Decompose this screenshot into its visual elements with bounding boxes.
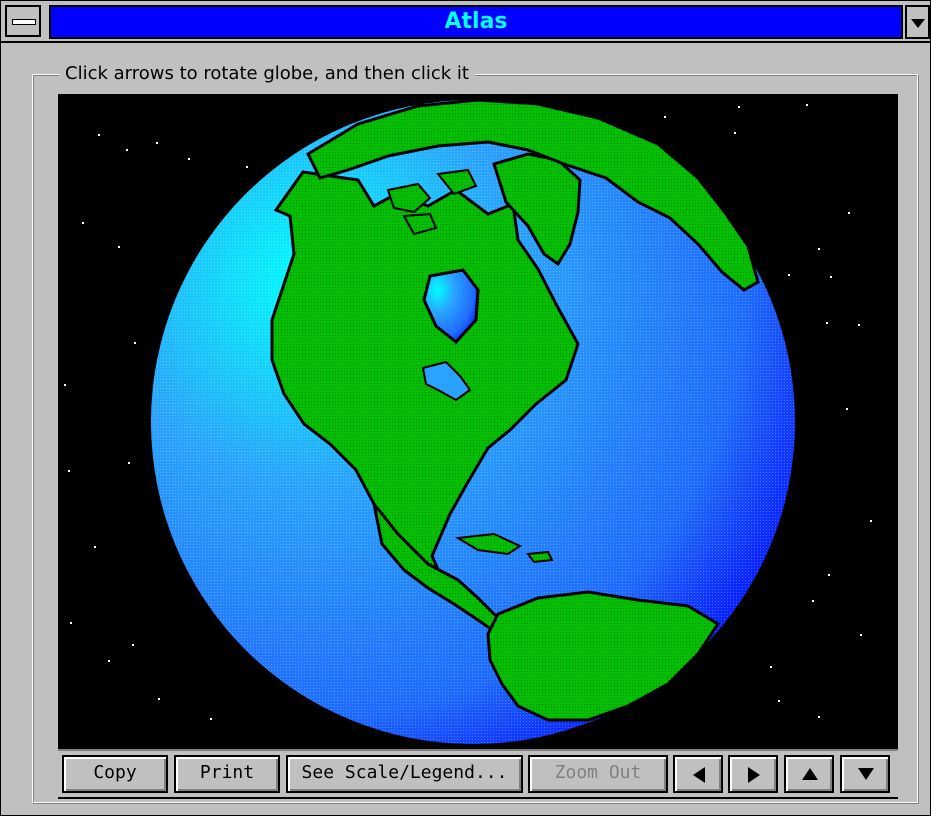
system-menu-icon[interactable] [5,5,41,37]
toolbar: Copy Print See Scale/Legend... Zoom Out [58,749,898,797]
title-bar: Atlas [1,1,930,43]
globe-map[interactable]: Copy Print See Scale/Legend... Zoom Out [58,94,898,799]
arrow-down-icon [858,768,874,780]
arrow-up-icon [802,768,818,780]
chevron-down-icon[interactable] [905,5,930,39]
copy-button[interactable]: Copy [62,755,168,793]
globe-svg[interactable] [58,94,898,799]
window-title: Atlas [49,5,903,39]
zoom-out-button[interactable]: Zoom Out [528,755,668,793]
print-button[interactable]: Print [174,755,280,793]
rotate-down-button[interactable] [840,755,890,793]
group-label: Click arrows to rotate globe, and then c… [59,63,475,84]
rotate-right-button[interactable] [728,755,778,793]
south-america-landmass [486,590,721,722]
atlas-window: Atlas Click arrows to rotate globe, and … [0,0,931,816]
arrow-left-icon [693,767,705,783]
rotate-left-button[interactable] [673,755,723,793]
see-scale-legend-button[interactable]: See Scale/Legend... [286,755,523,793]
arrow-right-icon [748,767,760,783]
rotate-up-button[interactable] [784,755,834,793]
